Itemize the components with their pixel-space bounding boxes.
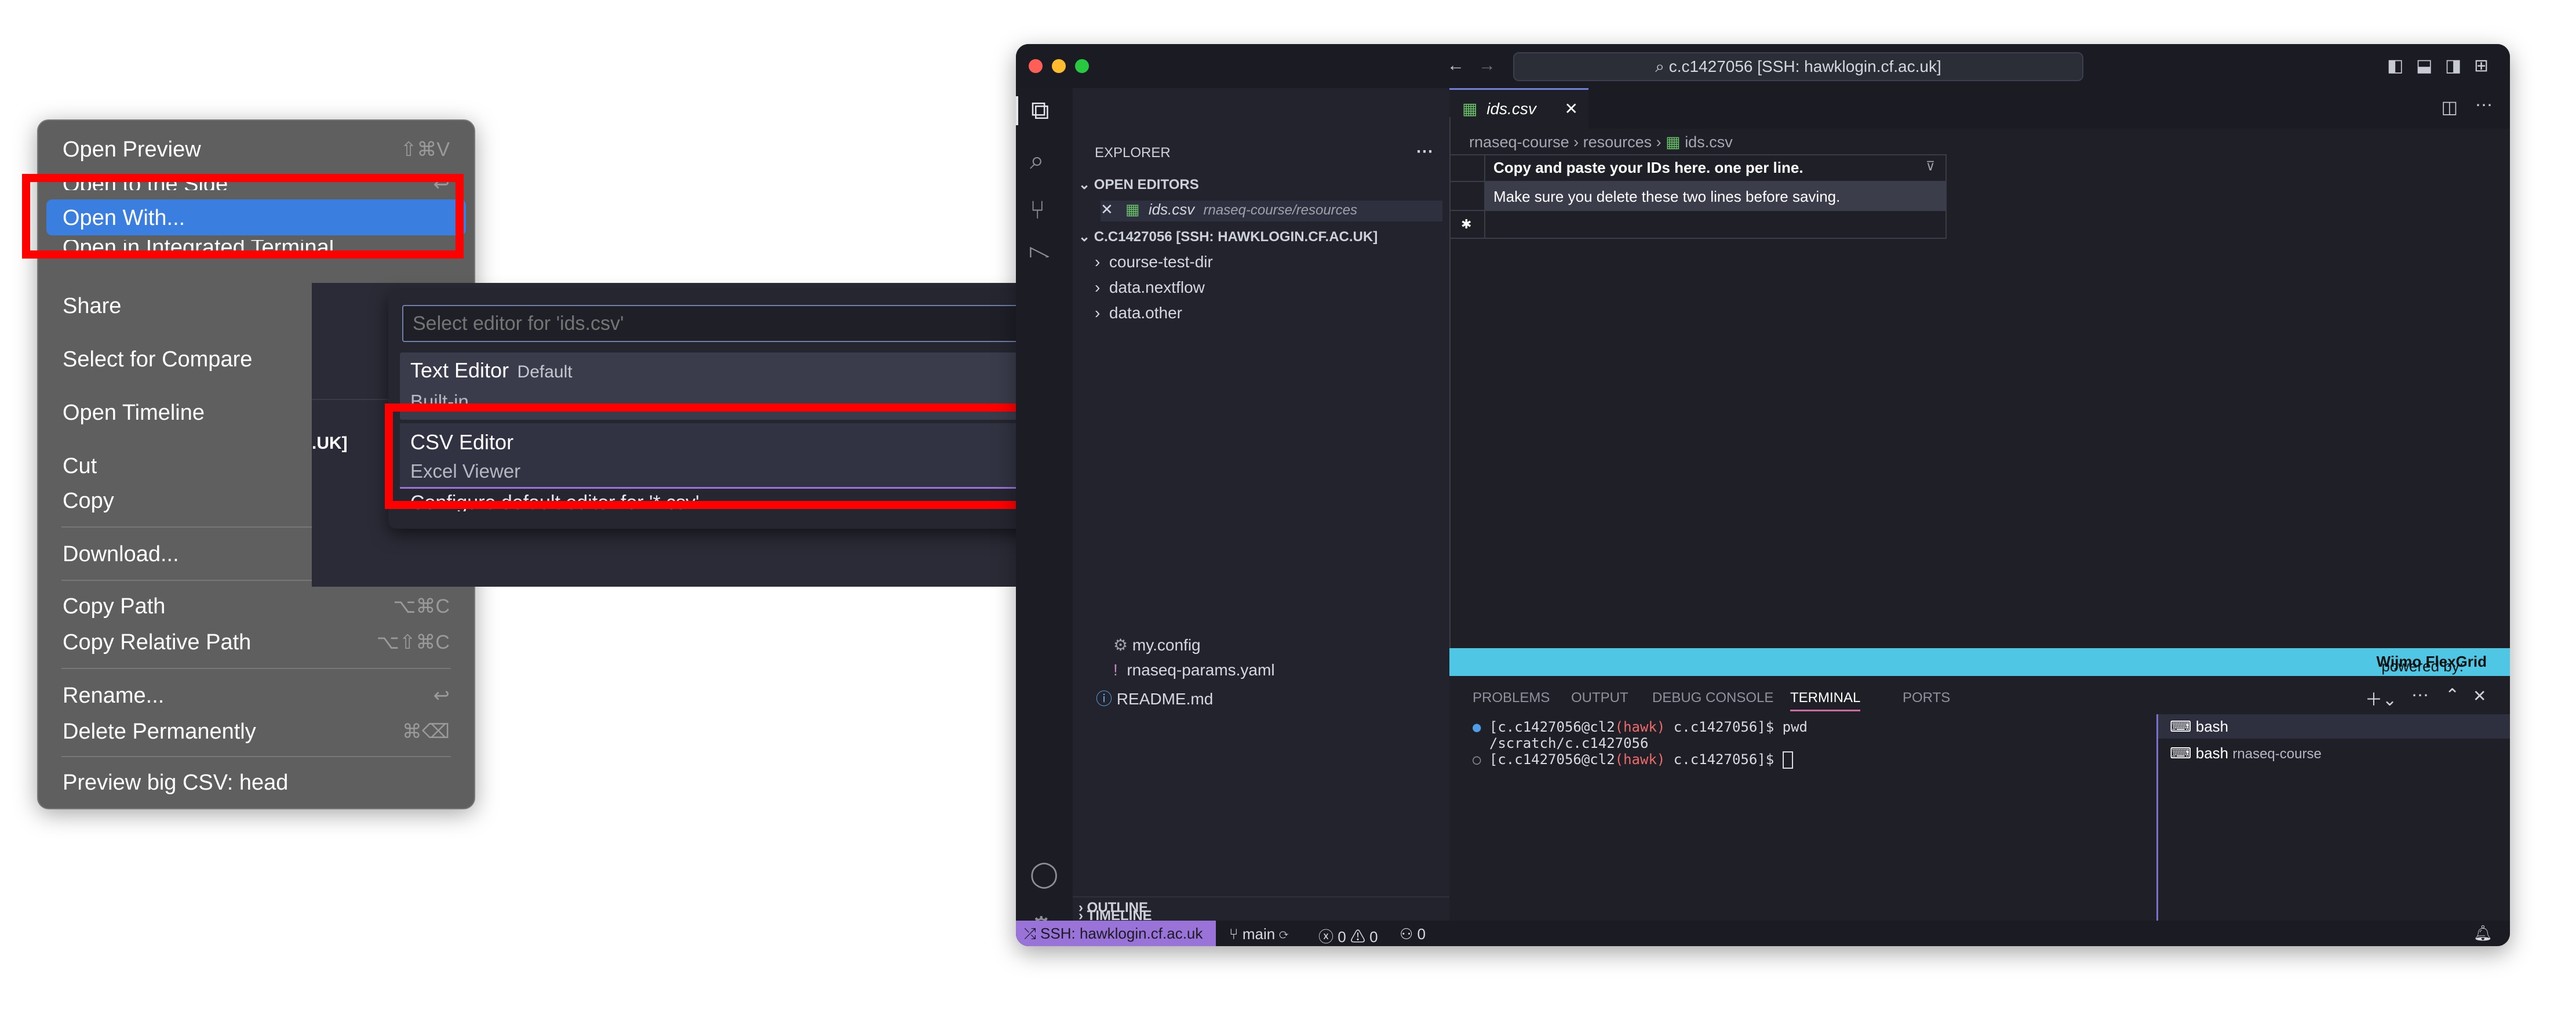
- grid-header-cell[interactable]: Copy and paste your IDs here. one per li…: [1493, 159, 1803, 177]
- close-panel-icon[interactable]: ✕: [2473, 686, 2486, 706]
- forward-arrow-icon[interactable]: →: [1478, 56, 1496, 75]
- close-icon[interactable]: ✕: [1565, 90, 1578, 128]
- panel-tab-problems[interactable]: PROBLEMS: [1473, 690, 1550, 706]
- workspace-header[interactable]: ⌄ C.C1427056 [SSH: HAWKLOGIN.CF.AC.UK]: [1079, 228, 1378, 245]
- command-pending-icon: ○: [1473, 751, 1481, 768]
- bell-icon[interactable]: 🔔︎: [2473, 924, 2493, 942]
- red-highlight-open-with: [22, 174, 464, 259]
- info-icon: ⓘ: [1096, 690, 1113, 708]
- branch-icon: ⑂: [1229, 925, 1243, 943]
- menu-separator: [61, 756, 451, 757]
- accounts-icon[interactable]: ◯: [1030, 859, 1058, 889]
- new-terminal-icon[interactable]: ＋⌄: [2365, 685, 2397, 711]
- open-editors-header[interactable]: ⌄ OPEN EDITORS: [1079, 176, 1199, 193]
- file-my-config[interactable]: ⚙ my.config: [1113, 635, 1201, 655]
- terminal-icon: ⌨: [2170, 718, 2196, 735]
- split-editor-icon[interactable]: ◫: [2442, 97, 2458, 118]
- more-actions-icon[interactable]: ⋯: [2411, 685, 2429, 706]
- close-icon[interactable]: ✕: [1101, 201, 1113, 218]
- explorer-sidebar: EXPLORER ⋯ ⌄ OPEN EDITORS ✕ ▦ ids.csv rn…: [1073, 88, 1449, 921]
- minimize-window-button[interactable]: [1052, 59, 1066, 73]
- explorer-icon[interactable]: ⧉: [1016, 96, 1049, 125]
- open-editor-item[interactable]: ✕ ▦ ids.csv rnaseq-course/resources: [1101, 201, 1442, 221]
- menu-item-preview-big-csv[interactable]: Preview big CSV: head: [63, 765, 450, 800]
- command-success-icon: ●: [1473, 719, 1481, 735]
- close-window-button[interactable]: [1029, 59, 1043, 73]
- customize-layout-icon[interactable]: ⊞: [2474, 56, 2488, 76]
- ports-icon: ⚇: [1400, 925, 1418, 943]
- menu-item-copy-relative-path[interactable]: Copy Relative Path ⌥⇧⌘C: [63, 625, 450, 660]
- toggle-sidebar-icon[interactable]: ◧: [2387, 56, 2403, 76]
- yaml-icon: !: [1113, 661, 1118, 679]
- csv-file-icon: ▦: [1462, 100, 1478, 118]
- breadcrumb: rnaseq-course › resources › ▦ ids.csv: [1469, 133, 1733, 151]
- more-actions-icon[interactable]: ⋯: [1416, 141, 1433, 162]
- breadcrumb-item[interactable]: resources: [1583, 133, 1652, 151]
- ports-indicator[interactable]: ⚇ 0: [1400, 925, 1426, 943]
- status-bar: ⤮ SSH: hawklogin.cf.ac.uk ⑂ main ⟳ ⓧ 0 ⚠…: [1016, 921, 2510, 946]
- terminal-list: ⌨ bash ⌨ bash rnaseq-course: [2156, 714, 2510, 946]
- csv-grid: Copy and paste your IDs here. one per li…: [1449, 154, 1947, 239]
- branch-indicator[interactable]: ⑂ main ⟳: [1229, 925, 1288, 943]
- red-highlight-csv-editor: [385, 404, 1076, 509]
- toggle-panel-icon[interactable]: ⬓: [2416, 56, 2432, 76]
- gear-icon: ⚙: [1113, 636, 1128, 654]
- terminal-item-bash[interactable]: ⌨ bash: [2158, 714, 2510, 739]
- vscode-window: ← → ⌕ c.c1427056 [SSH: hawklogin.cf.ac.u…: [1016, 44, 2510, 946]
- title-bar: ← → ⌕ c.c1427056 [SSH: hawklogin.cf.ac.u…: [1016, 44, 2510, 88]
- editor-area: ▦ ids.csv ✕ ◫ ⋯ rnaseq-course › resource…: [1449, 88, 2510, 946]
- more-actions-icon[interactable]: ⋯: [2475, 95, 2493, 115]
- grid-cell[interactable]: Make sure you delete these two lines bef…: [1493, 188, 1840, 206]
- run-debug-icon[interactable]: ▷: [1030, 240, 1050, 257]
- panel-tab-debug-console[interactable]: DEBUG CONSOLE: [1652, 690, 1773, 706]
- error-icon: ⓧ: [1318, 928, 1338, 946]
- menu-item-rename[interactable]: Rename... ↩: [63, 678, 450, 713]
- menu-item-delete-permanently[interactable]: Delete Permanently ⌘⌫: [63, 714, 450, 749]
- file-readme[interactable]: ⓘ README.md: [1096, 686, 1213, 710]
- terminal-line: /scratch/c.c1427056: [1489, 735, 1649, 751]
- breadcrumb-item[interactable]: rnaseq-course: [1469, 133, 1569, 151]
- search-icon[interactable]: ⌕: [1030, 146, 1044, 175]
- breadcrumb-item[interactable]: ids.csv: [1685, 133, 1733, 151]
- terminal-prompt[interactable]: ○ [c.c1427056@cl2(hawk) c.c1427056]$: [1473, 751, 1793, 769]
- maximize-panel-icon[interactable]: ⌃: [2445, 685, 2460, 706]
- menu-separator: [61, 668, 451, 669]
- remote-icon: ⤮: [1024, 925, 1041, 942]
- new-row-marker: ✱: [1461, 217, 1472, 231]
- panel-tab-output[interactable]: OUTPUT: [1571, 690, 1628, 706]
- remote-indicator[interactable]: ⤮ SSH: hawklogin.cf.ac.uk: [1016, 921, 1216, 946]
- flexgrid-banner: powered by: Wijmo FlexGrid: [1449, 648, 2510, 676]
- terminal-cursor: [1782, 751, 1793, 769]
- tab-bar: ▦ ids.csv ✕ ◫ ⋯: [1449, 88, 2510, 129]
- explorer-title: EXPLORER: [1095, 145, 1171, 161]
- toggle-secondary-sidebar-icon[interactable]: ◨: [2445, 56, 2461, 76]
- command-center[interactable]: ⌕ c.c1427056 [SSH: hawklogin.cf.ac.uk]: [1513, 52, 2083, 81]
- folder-data-nextflow[interactable]: › data.nextflow: [1095, 278, 1205, 297]
- sync-icon: ⟳: [1279, 925, 1289, 943]
- back-arrow-icon[interactable]: ←: [1447, 56, 1464, 75]
- activity-bar: ⧉ ⌕ ⑂ ▷ ◯ ⚙: [1016, 88, 1073, 940]
- panel-tab-terminal[interactable]: TERMINAL: [1790, 690, 1861, 711]
- tab-ids-csv[interactable]: ▦ ids.csv ✕: [1449, 88, 1588, 129]
- csv-file-icon: ▦: [1666, 133, 1685, 151]
- menu-item-open-preview[interactable]: Open Preview ⇧⌘V: [63, 132, 450, 167]
- zoom-window-button[interactable]: [1075, 59, 1089, 73]
- folder-data-other[interactable]: › data.other: [1095, 304, 1182, 322]
- source-control-icon[interactable]: ⑂: [1030, 196, 1045, 225]
- csv-file-icon: ▦: [1125, 201, 1140, 218]
- warning-icon: ⚠: [1350, 928, 1370, 946]
- search-icon: ⌕: [1655, 57, 1669, 75]
- panel-tab-bar: PROBLEMS OUTPUT DEBUG CONSOLE TERMINAL P…: [1449, 679, 2510, 714]
- terminal-line: ● [c.c1427056@cl2(hawk) c.c1427056]$ pwd: [1473, 719, 1808, 735]
- folder-course-test-dir[interactable]: › course-test-dir: [1095, 253, 1213, 271]
- background-fragment: .UK]: [312, 434, 348, 453]
- filter-icon[interactable]: ⊽: [1926, 159, 1935, 174]
- divider: [1073, 896, 1449, 897]
- file-rnaseq-params[interactable]: ! rnaseq-params.yaml: [1113, 661, 1275, 679]
- panel-tab-ports[interactable]: PORTS: [1903, 690, 1950, 706]
- menu-item-copy-path[interactable]: Copy Path ⌥⌘C: [63, 589, 450, 624]
- problems-indicator[interactable]: ⓧ 0 ⚠ 0: [1318, 925, 1378, 946]
- terminal-item-bash-rnaseq[interactable]: ⌨ bash rnaseq-course: [2158, 741, 2510, 765]
- terminal-icon: ⌨: [2170, 744, 2196, 762]
